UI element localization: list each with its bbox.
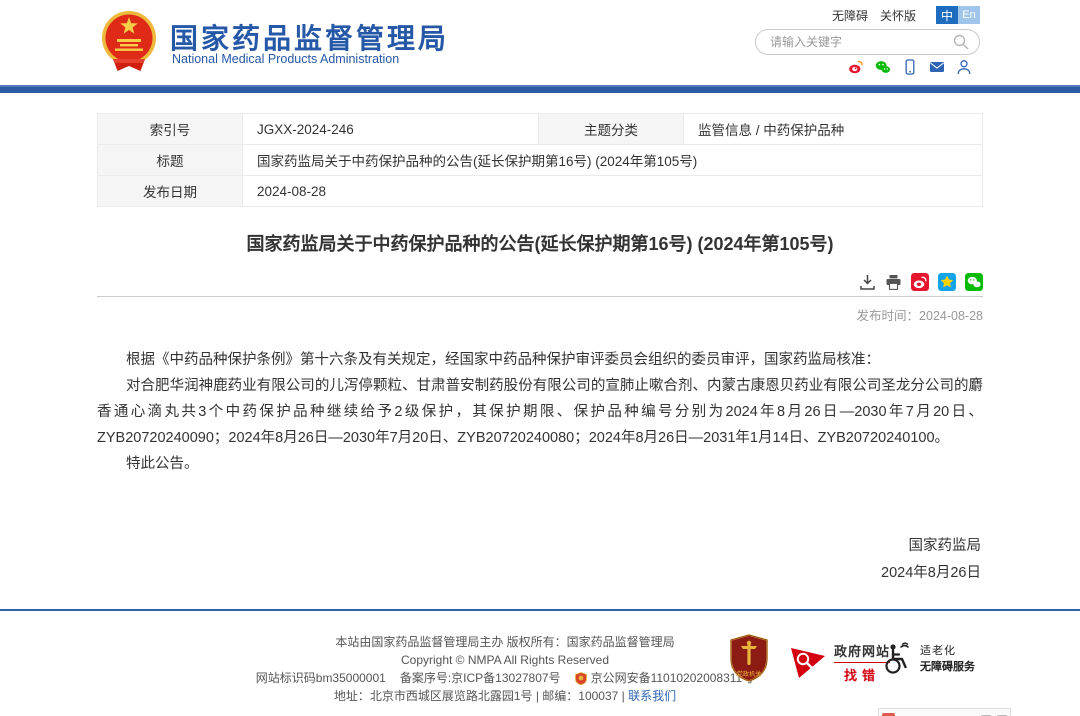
share-weibo-icon[interactable] [911,273,929,291]
title-value: 国家药监局关于中药保护品种的公告(延长保护期第16号) (2024年第105号) [243,145,983,176]
error-report-magnifier-icon [789,646,827,680]
page: 国家药品监督管理局 National Medical Products Admi… [0,0,1080,716]
footer-info: 本站由国家药品监督管理局主办 版权所有：国家药品监督管理局 Copyright … [215,633,795,705]
site-id: 网站标识码bm35000001 [256,669,386,687]
wechat-icon[interactable] [875,59,891,75]
index-label: 索引号 [98,114,243,145]
site-subtitle-en: National Medical Products Administration [172,52,399,66]
table-row: 索引号 JGXX-2024-246 主题分类 监管信息 / 中药保护品种 [98,114,983,145]
table-row: 标题 国家药监局关于中药保护品种的公告(延长保护期第16号) (2024年第10… [98,145,983,176]
national-emblem-logo [100,9,158,75]
signature-block: 国家药监局 2024年8月26日 [97,533,983,587]
paragraph: 根据《中药品种保护条例》第十六条及有关规定，经国家中药品种保护审评委员会组织的委… [97,347,983,373]
share-wechat-icon[interactable] [965,273,983,291]
index-value: JGXX-2024-246 [243,114,539,145]
wheelchair-icon [880,641,914,675]
category-label: 主题分类 [539,114,684,145]
error-report-line2: 找错 [844,665,880,684]
lang-zh-button[interactable]: 中 [936,6,958,24]
user-icon[interactable] [956,59,972,75]
share-qzone-icon[interactable] [938,273,956,291]
accessibility-service-text: 适老化 无障碍服务 [920,642,975,674]
download-icon[interactable] [859,274,876,291]
accessibility-service-badge[interactable]: 适老化 无障碍服务 [880,641,975,675]
accessibility-link[interactable]: 无障碍 [832,7,868,24]
paragraph: 对合肥华润神鹿药业有限公司的儿泻停颗粒、甘肃普安制药股份有限公司的宣肺止嗽合剂、… [97,373,983,451]
document-info-table: 索引号 JGXX-2024-246 主题分类 监管信息 / 中药保护品种 标题 … [97,113,983,207]
lang-en-button[interactable]: En [958,6,980,24]
signature-date: 2024年8月26日 [97,560,981,587]
article-title: 国家药监局关于中药保护品种的公告(延长保护期第16号) (2024年第105号) [97,230,983,256]
date-label: 发布日期 [98,176,243,207]
footer-address-line: 地址：北京市西城区展览路北露园1号 | 邮编：100037 | 联系我们 [215,687,795,705]
article-body: 根据《中药品种保护条例》第十六条及有关规定，经国家中药品种保护审评委员会组织的委… [97,347,983,477]
site-title: 国家药品监督管理局 [170,17,449,57]
publish-time: 发布时间：2024-08-28 [97,305,983,324]
article-toolbar [97,273,983,297]
accessibility-line2: 无障碍服务 [920,658,975,674]
contact-us-link[interactable]: 联系我们 [628,689,676,703]
footer-blue-line [0,609,1080,611]
government-shield-badge[interactable]: 党政机关 [729,634,769,682]
article-container: 索引号 JGXX-2024-246 主题分类 监管信息 / 中药保护品种 标题 … [97,113,983,587]
search-icon[interactable] [953,34,969,50]
footer-host-line: 本站由国家药品监督管理局主办 版权所有：国家药品监督管理局 [215,633,795,651]
date-value: 2024-08-28 [243,176,983,207]
footer-copyright-line: Copyright © NMPA All Rights Reserved [215,651,795,669]
weibo-icon[interactable] [848,59,864,75]
website-error-report-badge[interactable]: 政府网站 找错 [789,641,890,684]
publish-time-label: 发布时间： [857,309,920,323]
floating-widget-cutoff[interactable] [878,708,1011,716]
signature-agency: 国家药监局 [97,533,981,560]
language-toggle: 中 En [936,6,980,24]
icp-number: 备案序号:京ICP备13027807号 [400,669,561,687]
publish-time-value: 2024-08-28 [919,309,983,323]
paragraph: 特此公告。 [97,451,983,477]
search-input[interactable] [770,35,953,49]
psb-segment: 京公网安备11010202008311号 [575,669,755,687]
title-label: 标题 [98,145,243,176]
svg-text:党政机关: 党政机关 [737,670,762,678]
footer-registration-line: 网站标识码bm35000001 备案序号:京ICP备13027807号 京公网安… [256,669,754,687]
address-text: 地址：北京市西城区展览路北露园1号 | 邮编：100037 | [334,689,625,703]
social-icon-row [848,59,972,75]
print-icon[interactable] [885,274,902,291]
top-utility-links: 无障碍 关怀版 中 En [832,6,980,24]
category-value: 监管信息 / 中药保护品种 [684,114,983,145]
public-security-badge-icon [575,672,587,685]
accessibility-line1: 适老化 [920,642,975,658]
mobile-icon[interactable] [902,59,918,75]
care-version-link[interactable]: 关怀版 [880,7,916,24]
site-header: 国家药品监督管理局 National Medical Products Admi… [0,0,1080,86]
header-blue-bar [0,85,1080,93]
email-icon[interactable] [929,59,945,75]
search-box [755,29,980,55]
table-row: 发布日期 2024-08-28 [98,176,983,207]
